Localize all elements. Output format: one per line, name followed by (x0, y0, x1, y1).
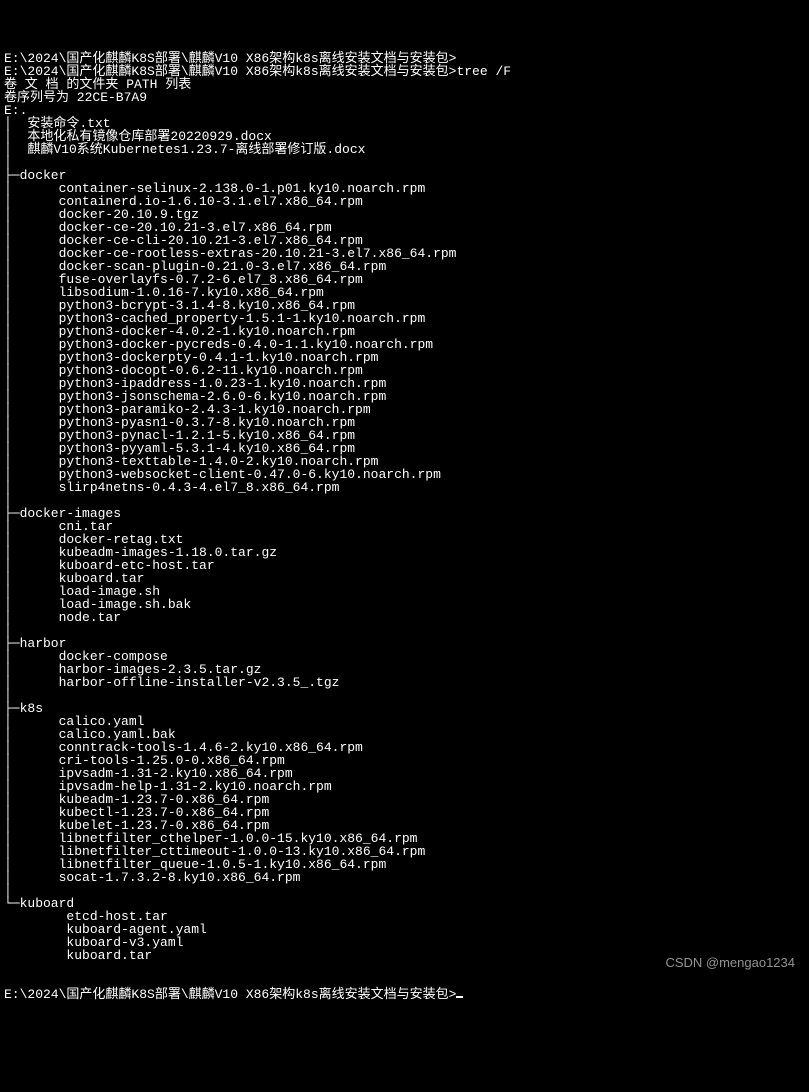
command-text: tree /F (456, 64, 511, 79)
prompt-line-final: E:\2024\国产化麒麟K8S部署\麒麟V10 X86架构k8s离线安装文档与… (4, 987, 456, 1002)
watermark: CSDN @mengao1234 (665, 956, 795, 969)
tree-body: │ 安装命令.txt │ 本地化私有镜像仓库部署20220929.docx │ … (4, 116, 456, 963)
terminal-output: E:\2024\国产化麒麟K8S部署\麒麟V10 X86架构k8s离线安装文档与… (0, 52, 809, 1001)
cursor[interactable] (456, 996, 463, 998)
